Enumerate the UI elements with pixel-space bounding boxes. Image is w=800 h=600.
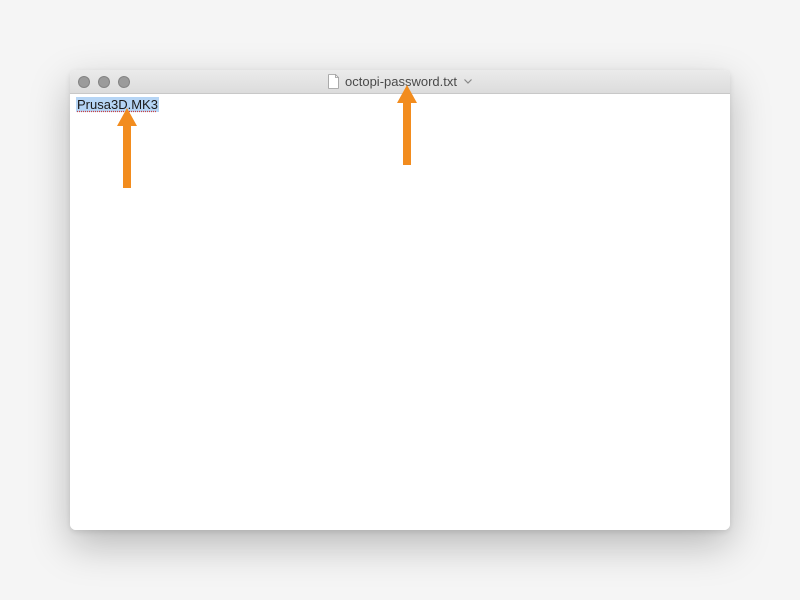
title-area[interactable]: octopi-password.txt xyxy=(328,74,472,89)
document-icon xyxy=(328,74,340,89)
close-button[interactable] xyxy=(78,76,90,88)
chevron-down-icon[interactable] xyxy=(464,76,472,87)
selected-text[interactable]: Prusa3D.MK3 xyxy=(76,97,159,112)
zoom-button[interactable] xyxy=(118,76,130,88)
window-title: octopi-password.txt xyxy=(345,74,457,89)
minimize-button[interactable] xyxy=(98,76,110,88)
window-titlebar[interactable]: octopi-password.txt xyxy=(70,70,730,94)
text-editor-window: octopi-password.txt Prusa3D.MK3 xyxy=(70,70,730,530)
traffic-lights xyxy=(78,76,130,88)
editor-content-area[interactable]: Prusa3D.MK3 xyxy=(70,94,730,530)
